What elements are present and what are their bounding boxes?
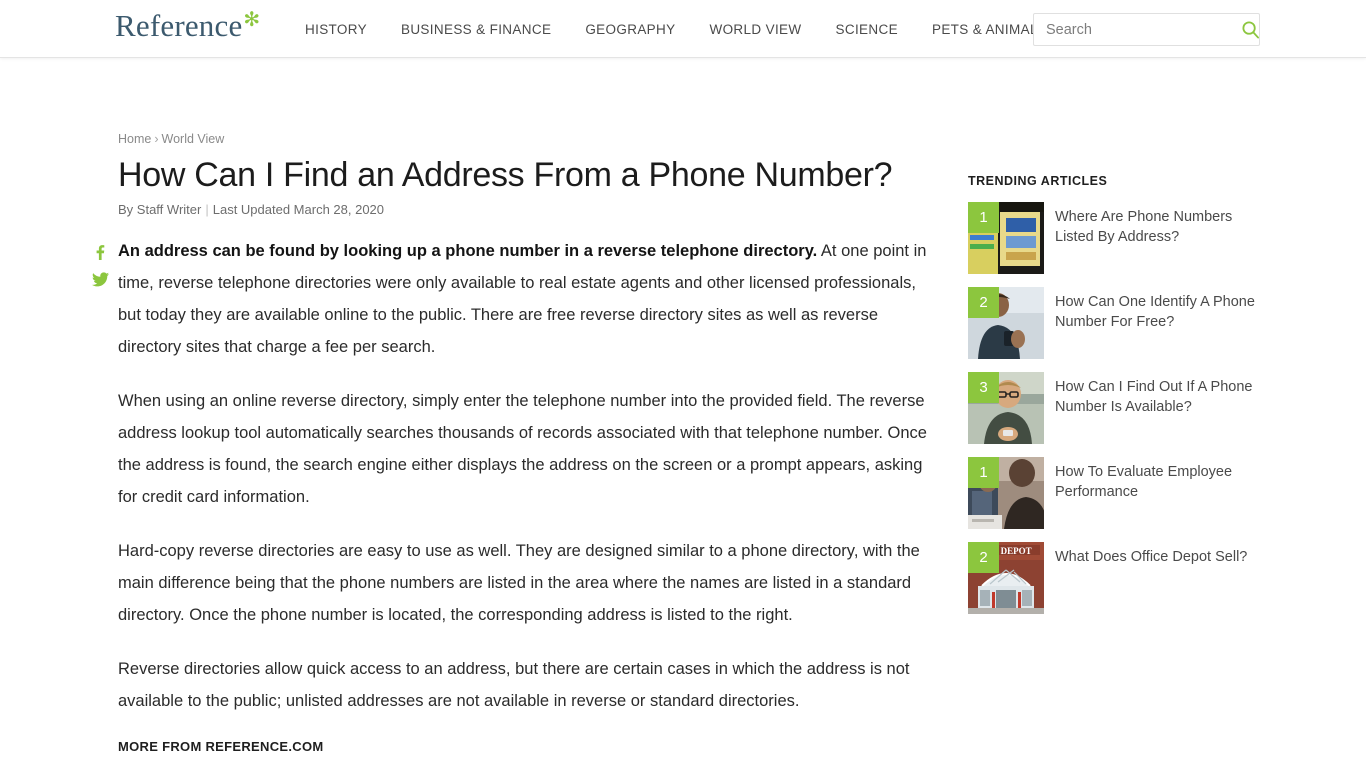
social-share-rail bbox=[89, 244, 111, 287]
facebook-icon bbox=[96, 245, 105, 260]
trending-item-4[interactable]: 1 How To Evaluate Employee Performance bbox=[968, 457, 1258, 529]
trending-rank-badge-2: 2 bbox=[968, 287, 999, 318]
share-twitter-button[interactable] bbox=[91, 272, 109, 287]
trending-title-1: Where Are Phone Numbers Listed By Addres… bbox=[1055, 209, 1233, 245]
article-paragraph-1: An address can be found by looking up a … bbox=[118, 235, 934, 363]
article-paragraph-3: Hard-copy reverse directories are easy t… bbox=[118, 542, 920, 624]
nav-item-business-finance[interactable]: BUSINESS & FINANCE bbox=[384, 22, 568, 37]
nav-item-geography[interactable]: GEOGRAPHY bbox=[568, 22, 692, 37]
nav-item-world-view[interactable]: WORLD VIEW bbox=[692, 22, 818, 37]
trending-title-3: How Can I Find Out If A Phone Number Is … bbox=[1055, 379, 1253, 415]
byline-updated: Last Updated March 28, 2020 bbox=[212, 202, 385, 217]
search-input[interactable] bbox=[1034, 14, 1241, 45]
trending-thumb-1: 1 bbox=[968, 202, 1044, 274]
article-column: Home › World View How Can I Find an Addres… bbox=[118, 132, 934, 768]
article-byline: By Staff Writer | Last Updated March 28, 2… bbox=[118, 202, 934, 217]
byline-author-prefix: By bbox=[118, 202, 137, 217]
search-box bbox=[1033, 13, 1260, 46]
article-lead-sentence: An address can be found by looking up a … bbox=[118, 242, 818, 260]
trending-rank-badge-4: 1 bbox=[968, 457, 999, 488]
article-paragraph-2: When using an online reverse directory, … bbox=[118, 392, 927, 506]
trending-thumb-2: 2 bbox=[968, 287, 1044, 359]
page-body: Home › World View How Can I Find an Addres… bbox=[0, 58, 1366, 768]
logo-asterisk-icon: ✻ bbox=[243, 9, 261, 31]
site-logo[interactable]: Reference ✻ bbox=[115, 8, 260, 44]
site-header: Reference ✻ HISTORY BUSINESS & FINANCE G… bbox=[0, 0, 1366, 58]
trending-item-2[interactable]: 2 How Can One Identify A Phone Number Fo… bbox=[968, 287, 1258, 359]
trending-title-5: What Does Office Depot Sell? bbox=[1055, 549, 1248, 565]
twitter-icon bbox=[91, 272, 109, 287]
trending-thumb-3: 3 bbox=[968, 372, 1044, 444]
trending-thumb-4: 1 bbox=[968, 457, 1044, 529]
trending-item-5[interactable]: E DEPOT 2 What Does Office Depot Sell? bbox=[968, 542, 1258, 614]
page-title: How Can I Find an Address From a Phone N… bbox=[118, 156, 893, 194]
trending-item-1[interactable]: 1 Where Are Phone Numbers Listed By Addr… bbox=[968, 202, 1258, 274]
more-from-heading: MORE FROM REFERENCE.COM bbox=[118, 739, 324, 754]
trending-rank-badge-1: 1 bbox=[968, 202, 999, 233]
breadcrumb-world-view[interactable]: World View bbox=[162, 132, 225, 146]
byline-divider: | bbox=[205, 202, 209, 217]
breadcrumb: Home › World View bbox=[118, 132, 934, 146]
breadcrumb-home[interactable]: Home bbox=[118, 132, 151, 146]
trending-heading: TRENDING ARTICLES bbox=[968, 174, 1108, 188]
breadcrumb-separator: › bbox=[154, 132, 159, 146]
trending-rank-badge-5: 2 bbox=[968, 542, 999, 573]
main-navigation: HISTORY BUSINESS & FINANCE GEOGRAPHY WOR… bbox=[305, 0, 1064, 58]
nav-item-history[interactable]: HISTORY bbox=[305, 22, 384, 37]
search-button[interactable] bbox=[1241, 14, 1260, 45]
trending-rank-badge-3: 3 bbox=[968, 372, 999, 403]
trending-thumb-5: E DEPOT 2 bbox=[968, 542, 1044, 614]
trending-item-3[interactable]: 3 How Can I Find Out If A Phone Number I… bbox=[968, 372, 1258, 444]
nav-item-science[interactable]: SCIENCE bbox=[819, 22, 915, 37]
trending-title-2: How Can One Identify A Phone Number For … bbox=[1055, 294, 1255, 330]
article-body: An address can be found by looking up a … bbox=[118, 235, 934, 717]
search-icon bbox=[1242, 21, 1260, 39]
share-facebook-button[interactable] bbox=[92, 244, 108, 260]
trending-sidebar: TRENDING ARTICLES 1 Where Are Phone Numb… bbox=[968, 174, 1258, 627]
trending-title-4: How To Evaluate Employee Performance bbox=[1055, 464, 1233, 500]
byline-author: Staff Writer bbox=[136, 202, 202, 217]
article-paragraph-4: Reverse directories allow quick access t… bbox=[118, 660, 910, 710]
logo-wordmark: Reference bbox=[115, 8, 243, 43]
